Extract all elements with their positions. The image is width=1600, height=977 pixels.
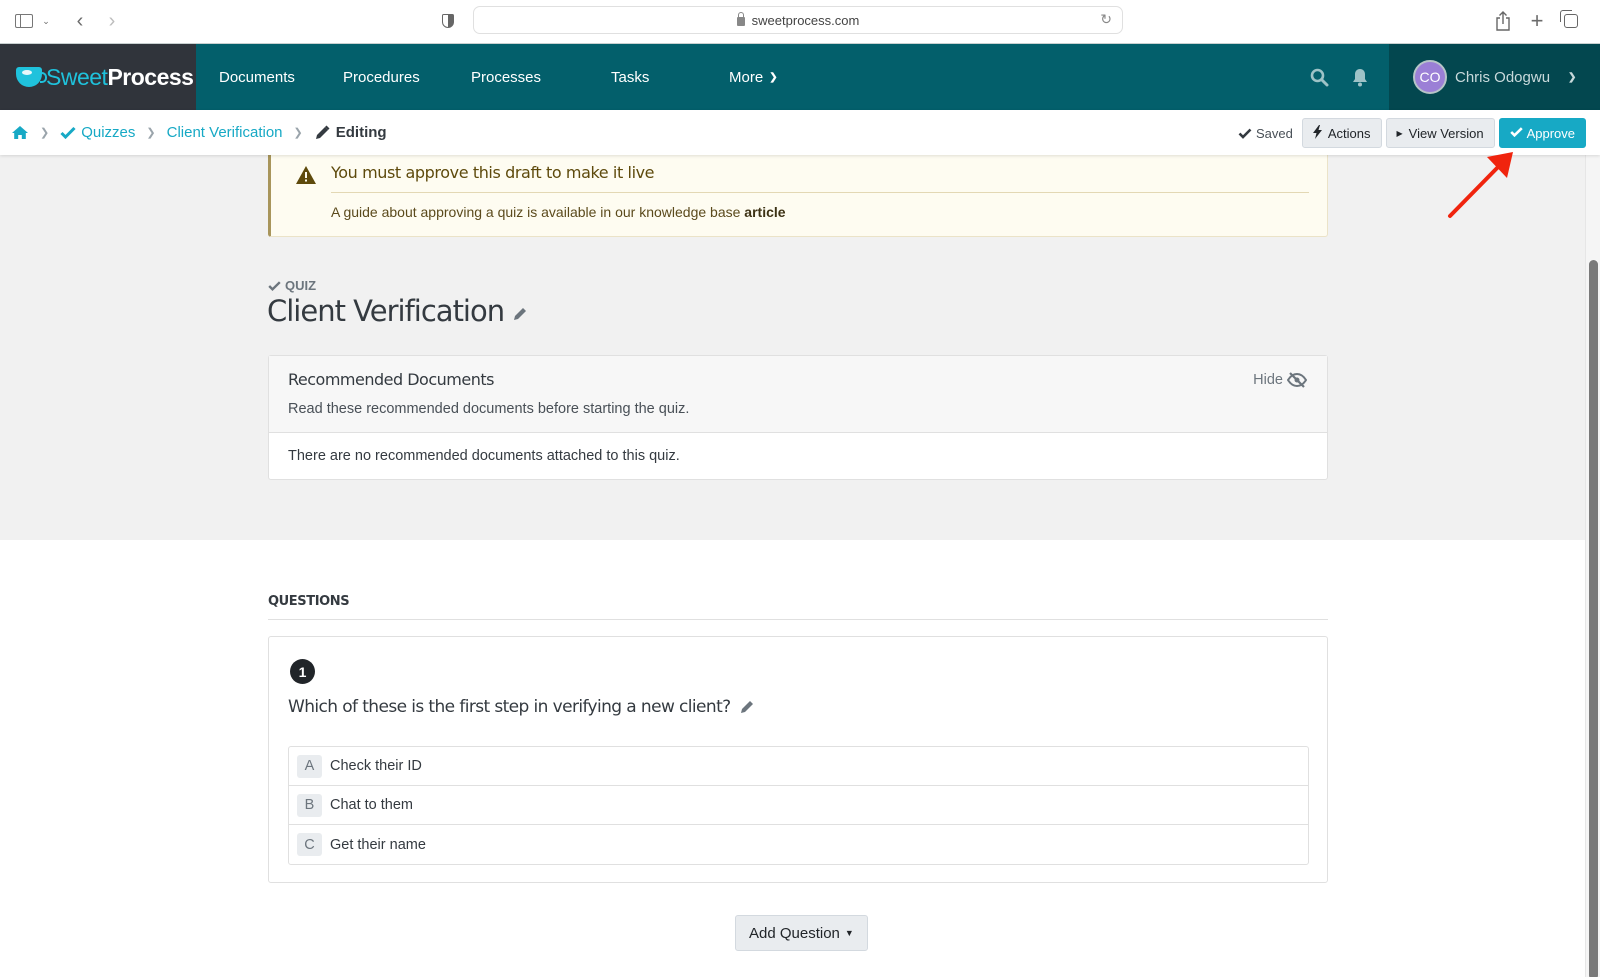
document-type-text: QUIZ [285, 278, 317, 293]
page-title-text: Client Verification [267, 294, 505, 328]
breadcrumb-current-label: Editing [335, 124, 387, 141]
questions-heading: QUESTIONS [268, 594, 350, 609]
answer-option[interactable]: A Check their ID [289, 747, 1308, 786]
pencil-icon [315, 125, 330, 139]
sidebar-toggle-icon[interactable] [14, 10, 34, 32]
alert-title: You must approve this draft to make it l… [331, 163, 655, 182]
add-question-label: Add Question [749, 924, 840, 942]
nav-processes[interactable]: Processes [471, 44, 541, 110]
caret-down-icon: ▼ [844, 928, 854, 938]
editor-toolbar: Saved Actions ▶ View Version Approve [1238, 118, 1586, 148]
knowledge-base-article-link[interactable]: article [744, 204, 785, 220]
approval-alert: You must approve this draft to make it l… [268, 155, 1328, 237]
annotation-arrow-icon [1448, 152, 1513, 218]
recommended-documents-card: Recommended Documents Read these recomme… [268, 355, 1328, 480]
scrollbar[interactable] [1585, 155, 1600, 977]
privacy-shield-icon[interactable] [440, 10, 456, 32]
avatar: CO [1413, 60, 1447, 94]
check-icon [268, 280, 281, 291]
scrollbar-thumb[interactable] [1589, 260, 1598, 977]
document-type-label: QUIZ [268, 278, 316, 293]
chevron-down-icon: ❯ [769, 71, 778, 83]
chevron-down-icon[interactable]: ⌄ [40, 10, 52, 32]
page-title: Client Verification [267, 294, 528, 328]
alert-body-text: A guide about approving a quiz is availa… [331, 204, 745, 220]
logo-cup-icon [16, 67, 47, 87]
logo-text-process: Process [107, 63, 194, 90]
questions-divider [268, 619, 1328, 620]
answer-letter: A [297, 754, 322, 778]
hide-recommended-button[interactable]: Hide [1253, 372, 1307, 388]
edit-title-pencil-icon[interactable] [512, 306, 528, 322]
share-icon[interactable] [1494, 10, 1512, 32]
new-tab-icon[interactable]: + [1528, 8, 1546, 33]
answer-letter: B [297, 793, 322, 817]
chevron-down-icon: ❯ [1568, 71, 1577, 83]
home-icon[interactable] [11, 125, 29, 140]
search-icon[interactable] [1310, 44, 1329, 110]
breadcrumb-separator: ❯ [40, 127, 50, 139]
eye-slash-icon [1287, 372, 1307, 388]
nav-documents[interactable]: Documents [219, 44, 295, 110]
reload-icon[interactable]: ↻ [1100, 11, 1112, 28]
breadcrumb-quizzes[interactable]: Quizzes [60, 124, 135, 141]
check-icon [1238, 128, 1252, 139]
add-question-button[interactable]: Add Question ▼ [735, 915, 868, 951]
question-text-label: Which of these is the first step in veri… [288, 697, 731, 717]
answer-text: Check their ID [330, 758, 422, 774]
warning-icon [296, 166, 316, 184]
actions-label: Actions [1327, 125, 1371, 141]
hide-label: Hide [1253, 372, 1283, 388]
recommended-documents-empty: There are no recommended documents attac… [288, 448, 680, 464]
bell-icon[interactable] [1352, 44, 1368, 110]
alert-body: A guide about approving a quiz is availa… [331, 204, 786, 220]
breadcrumb-bar: ❯ Quizzes ❯ Client Verification ❯ Editin… [0, 110, 1600, 155]
nav-more[interactable]: More ❯ [729, 44, 778, 110]
check-icon [1509, 126, 1523, 140]
breadcrumb-separator: ❯ [146, 127, 156, 139]
edit-question-pencil-icon[interactable] [739, 699, 755, 715]
recommended-documents-subtitle: Read these recommended documents before … [288, 401, 690, 417]
url-text: sweetprocess.com [751, 12, 860, 28]
answer-option[interactable]: C Get their name [289, 825, 1308, 864]
breadcrumb-client-verification[interactable]: Client Verification [167, 124, 283, 141]
breadcrumb-quizzes-label: Quizzes [81, 124, 136, 141]
answer-list: A Check their ID B Chat to them C Get th… [288, 746, 1309, 865]
breadcrumb: ❯ Quizzes ❯ Client Verification ❯ Editin… [11, 110, 387, 155]
app-navbar: SweetProcess Documents Procedures Proces… [0, 44, 1600, 110]
address-bar[interactable]: sweetprocess.com ↻ [473, 6, 1123, 34]
forward-icon[interactable]: › [102, 10, 122, 32]
recommended-documents-header: Recommended Documents Read these recomme… [269, 356, 1327, 433]
saved-label: Saved [1255, 125, 1293, 141]
back-icon[interactable]: ‹ [70, 10, 90, 32]
view-version-label: View Version [1408, 125, 1484, 141]
lock-icon [736, 11, 745, 26]
answer-text: Get their name [330, 836, 426, 853]
actions-button[interactable]: Actions [1301, 118, 1382, 148]
bolt-icon [1312, 124, 1322, 142]
answer-letter: C [297, 833, 322, 856]
breadcrumb-separator: ❯ [293, 127, 303, 139]
question-number: 1 [290, 659, 315, 684]
logo-text-sweet: Sweet [46, 63, 108, 90]
caret-right-icon: ▶ [1396, 128, 1403, 138]
saved-status: Saved [1238, 126, 1293, 141]
answer-option[interactable]: B Chat to them [289, 786, 1308, 825]
nav-procedures[interactable]: Procedures [343, 44, 420, 110]
nav-tasks[interactable]: Tasks [611, 44, 649, 110]
question-card: 1 Which of these is the first step in ve… [268, 636, 1328, 883]
nav-more-label: More [729, 68, 764, 86]
recommended-documents-title: Recommended Documents [288, 370, 494, 389]
user-menu[interactable]: CO Chris Odogwu ❯ [1389, 44, 1600, 110]
tab-overview-icon[interactable] [1560, 10, 1580, 32]
breadcrumb-current: Editing [314, 124, 387, 141]
user-name: Chris Odogwu [1455, 68, 1551, 86]
approve-label: Approve [1526, 125, 1575, 141]
browser-toolbar: ⌄ ‹ › sweetprocess.com ↻ + [0, 0, 1600, 44]
question-text: Which of these is the first step in veri… [288, 697, 755, 717]
logo[interactable]: SweetProcess [0, 44, 196, 110]
alert-divider [331, 192, 1309, 193]
check-icon [60, 126, 76, 139]
answer-text: Chat to them [330, 797, 414, 813]
